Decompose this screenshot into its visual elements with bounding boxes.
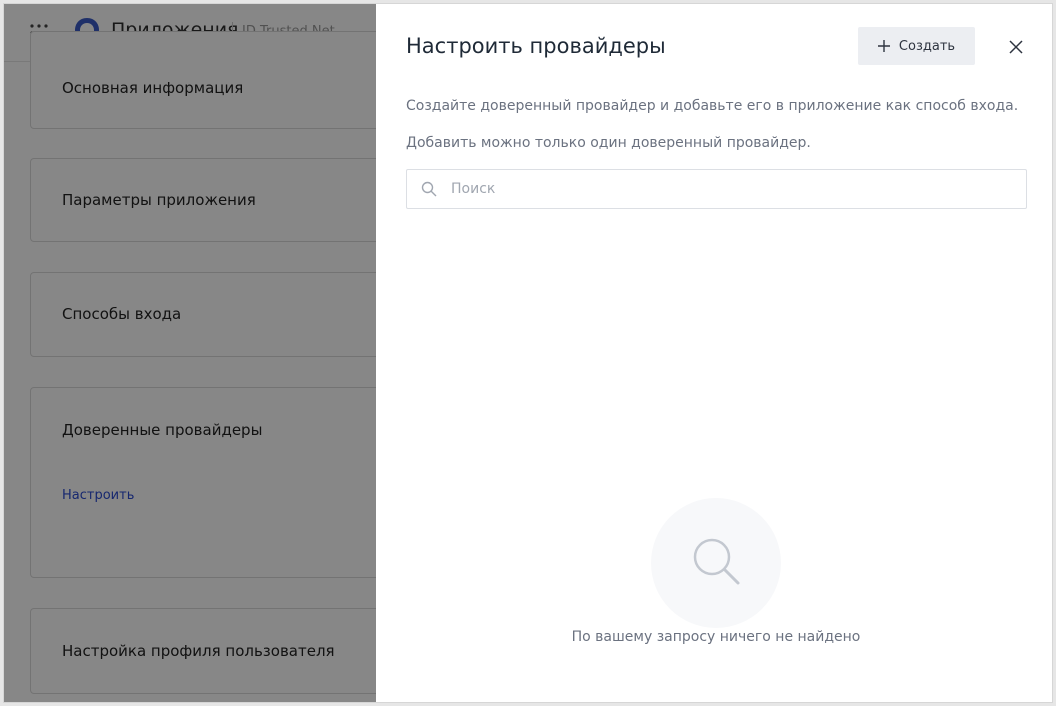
search-input[interactable] xyxy=(451,170,1011,208)
empty-state-message: По вашему запросу ничего не найдено xyxy=(571,629,861,645)
configure-providers-drawer: Настроить провайдеры Создать Создайте до… xyxy=(376,4,1052,702)
create-button[interactable]: Создать xyxy=(858,27,975,65)
search-icon xyxy=(421,181,437,197)
close-button[interactable] xyxy=(1006,37,1026,57)
drawer-description: Создайте доверенный провайдер и добавьте… xyxy=(406,98,1019,114)
plus-icon xyxy=(877,40,890,52)
magnifier-icon xyxy=(693,538,740,585)
window-frame: Приложения ID.Trusted.Net Основная инфор… xyxy=(4,4,1052,702)
close-icon xyxy=(1009,40,1023,54)
create-button-label: Создать xyxy=(898,38,956,54)
drawer-title: Настроить провайдеры xyxy=(406,34,666,58)
search-field[interactable] xyxy=(406,169,1027,209)
drawer-hint: Добавить можно только один доверенный пр… xyxy=(406,135,811,151)
